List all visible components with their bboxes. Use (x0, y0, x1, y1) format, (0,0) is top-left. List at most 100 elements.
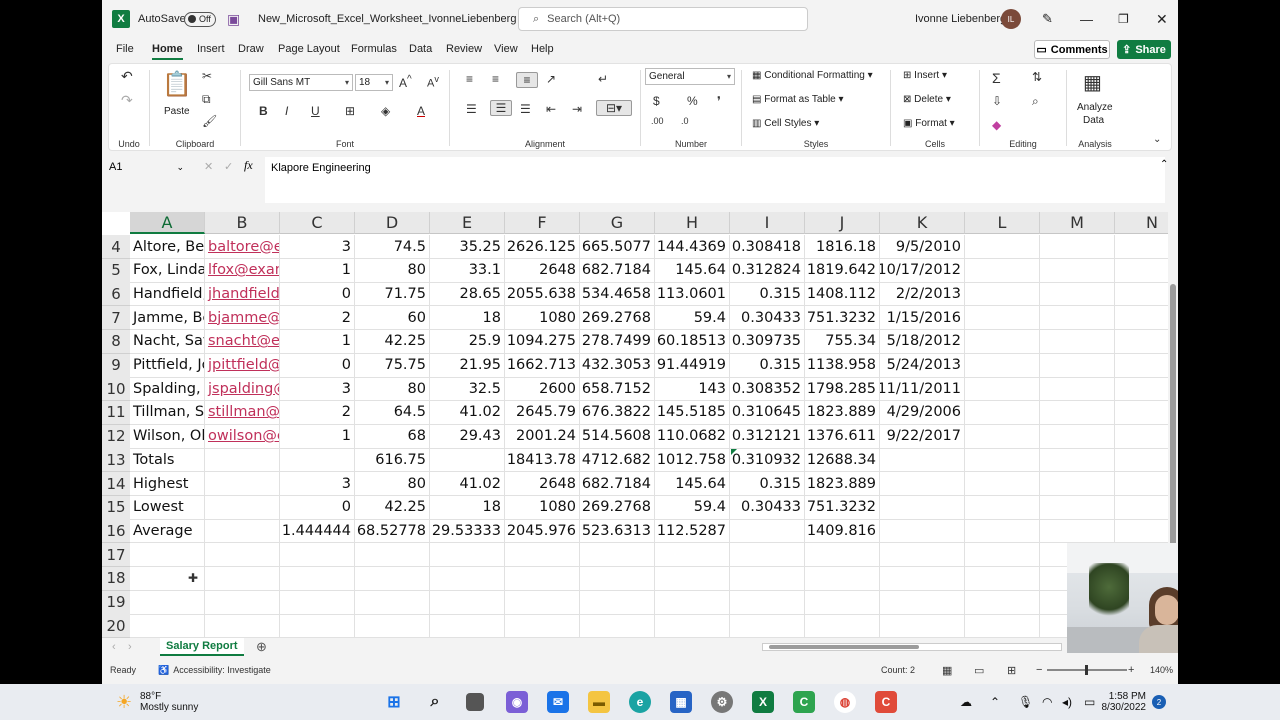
cell-j18[interactable] (805, 566, 880, 591)
cell-f6[interactable]: 2055.638 (505, 282, 580, 307)
spreadsheet-grid[interactable]: ABCDEFGHIJKLMN 4 Altore, Ber baltore@e 3 74.… (102, 212, 1168, 638)
cell-d8[interactable]: 42.25 (355, 329, 430, 354)
column-header-a[interactable]: A (130, 212, 205, 234)
redo-icon[interactable]: ↷ (121, 92, 133, 109)
cell-d18[interactable] (355, 566, 430, 591)
cell-e15[interactable]: 18 (430, 495, 505, 520)
row-header[interactable]: 13 (102, 448, 130, 473)
cell-k15[interactable] (880, 495, 965, 520)
cell-a16[interactable]: Average (130, 519, 205, 544)
row-header[interactable]: 10 (102, 377, 130, 402)
cell-l5[interactable] (965, 258, 1040, 283)
cell-styles-button[interactable]: ▥ Cell Styles ▾ (752, 118, 819, 129)
cell-i11[interactable]: 0.310645 (730, 400, 805, 425)
cell-n12[interactable] (1115, 425, 1168, 449)
cell-j5[interactable]: 1819.642 (805, 258, 880, 283)
add-sheet-icon[interactable]: ⊕ (256, 639, 267, 655)
cell-c11[interactable]: 2 (280, 400, 355, 425)
cell-h17[interactable] (655, 543, 730, 568)
cell-d11[interactable]: 64.5 (355, 400, 430, 425)
cell-i7[interactable]: 0.30433 (730, 306, 805, 331)
cell-g17[interactable] (580, 543, 655, 568)
cell-c9[interactable]: 0 (280, 353, 355, 378)
cell-j7[interactable]: 751.3232 (805, 306, 880, 331)
align-top-icon[interactable]: ≡ (466, 72, 473, 86)
merge-center-icon[interactable]: ⊟▾ (596, 100, 632, 116)
cell-k19[interactable] (880, 590, 965, 615)
cell-e19[interactable] (430, 590, 505, 615)
cell-f4[interactable]: 2626.125 (505, 235, 580, 259)
cell-n7[interactable] (1115, 306, 1168, 331)
cell-g5[interactable]: 682.7184 (580, 258, 655, 283)
cell-m4[interactable] (1040, 235, 1115, 259)
font-name-dropdown[interactable]: Gill Sans MT (249, 74, 353, 91)
cell-l9[interactable] (965, 353, 1040, 378)
cell-i17[interactable] (730, 543, 805, 568)
bold-icon[interactable]: B (259, 104, 268, 118)
format-cells-button[interactable]: ▣ Format ▾ (903, 118, 955, 129)
cell-d16[interactable]: 68.52778 (355, 519, 430, 544)
tab-formulas[interactable]: Formulas (351, 43, 397, 55)
cell-i14[interactable]: 0.315 (730, 472, 805, 496)
cell-b19[interactable] (205, 590, 280, 615)
row-header[interactable]: 7 (102, 306, 130, 331)
calendar-app-icon[interactable]: ▦ (670, 691, 692, 713)
cell-i8[interactable]: 0.309735 (730, 329, 805, 354)
cell-n8[interactable] (1115, 330, 1168, 354)
column-header-g[interactable]: G (580, 212, 655, 234)
cell-e11[interactable]: 41.02 (430, 400, 505, 425)
align-left-icon[interactable]: ☰ (466, 102, 477, 116)
cell-f15[interactable]: 1080 (505, 495, 580, 520)
cell-c19[interactable] (280, 590, 355, 615)
row-header[interactable]: 17 (102, 543, 130, 568)
cell-e5[interactable]: 33.1 (430, 258, 505, 283)
cell-g10[interactable]: 658.7152 (580, 377, 655, 402)
cell-a20[interactable] (130, 614, 205, 638)
column-header-l[interactable]: L (965, 212, 1040, 234)
cell-c17[interactable] (280, 543, 355, 568)
paste-icon[interactable]: 📋 (162, 70, 192, 99)
cell-e4[interactable]: 35.25 (430, 235, 505, 259)
column-header-h[interactable]: H (655, 212, 730, 234)
page-break-view-icon[interactable]: ⊞ (1007, 658, 1016, 682)
cell-e16[interactable]: 29.53333 (430, 519, 505, 544)
cell-h10[interactable]: 143 (655, 377, 730, 402)
cell-l12[interactable] (965, 424, 1040, 449)
cell-l10[interactable] (965, 377, 1040, 402)
cell-c8[interactable]: 1 (280, 329, 355, 354)
cell-c15[interactable]: 0 (280, 495, 355, 520)
cell-a17[interactable] (130, 543, 205, 568)
cell-j6[interactable]: 1408.112 (805, 282, 880, 307)
cell-h15[interactable]: 59.4 (655, 495, 730, 520)
cell-k8[interactable]: 5/18/2012 (880, 329, 965, 354)
name-box[interactable]: A1 ⌄ (106, 158, 186, 176)
cell-a15[interactable]: Lowest (130, 495, 205, 520)
cell-b10[interactable]: jspalding@ (205, 377, 280, 402)
cell-m8[interactable] (1040, 329, 1115, 354)
cell-b17[interactable] (205, 543, 280, 568)
cell-k4[interactable]: 9/5/2010 (880, 235, 965, 259)
cell-b6[interactable]: jhandfield@ (205, 282, 280, 307)
cell-i20[interactable] (730, 614, 805, 638)
cell-i9[interactable]: 0.315 (730, 353, 805, 378)
cell-j13[interactable]: 12688.34 (805, 448, 880, 473)
cell-n5[interactable] (1115, 259, 1168, 283)
cell-j8[interactable]: 755.34 (805, 329, 880, 354)
cell-n13[interactable] (1115, 448, 1168, 473)
cell-h7[interactable]: 59.4 (655, 306, 730, 331)
function-icon[interactable]: fx (244, 158, 253, 173)
cell-g20[interactable] (580, 614, 655, 638)
cell-a13[interactable]: Totals (130, 448, 205, 473)
cell-e12[interactable]: 29.43 (430, 424, 505, 449)
cell-b14[interactable] (205, 472, 280, 496)
column-header-b[interactable]: B (205, 212, 280, 234)
conditional-formatting-button[interactable]: ▦ Conditional Formatting ▾ (752, 70, 873, 81)
task-view-icon[interactable] (466, 693, 484, 711)
zoom-level[interactable]: 140% (1150, 665, 1173, 675)
cell-a9[interactable]: Pittfield, Jo (130, 353, 205, 378)
cell-f13[interactable]: 18413.78 (505, 448, 580, 473)
cell-h6[interactable]: 113.0601 (655, 282, 730, 307)
share-button[interactable]: ⇪ Share (1117, 40, 1171, 59)
cell-a8[interactable]: Nacht, Sava (130, 329, 205, 354)
tab-help[interactable]: Help (531, 43, 554, 55)
